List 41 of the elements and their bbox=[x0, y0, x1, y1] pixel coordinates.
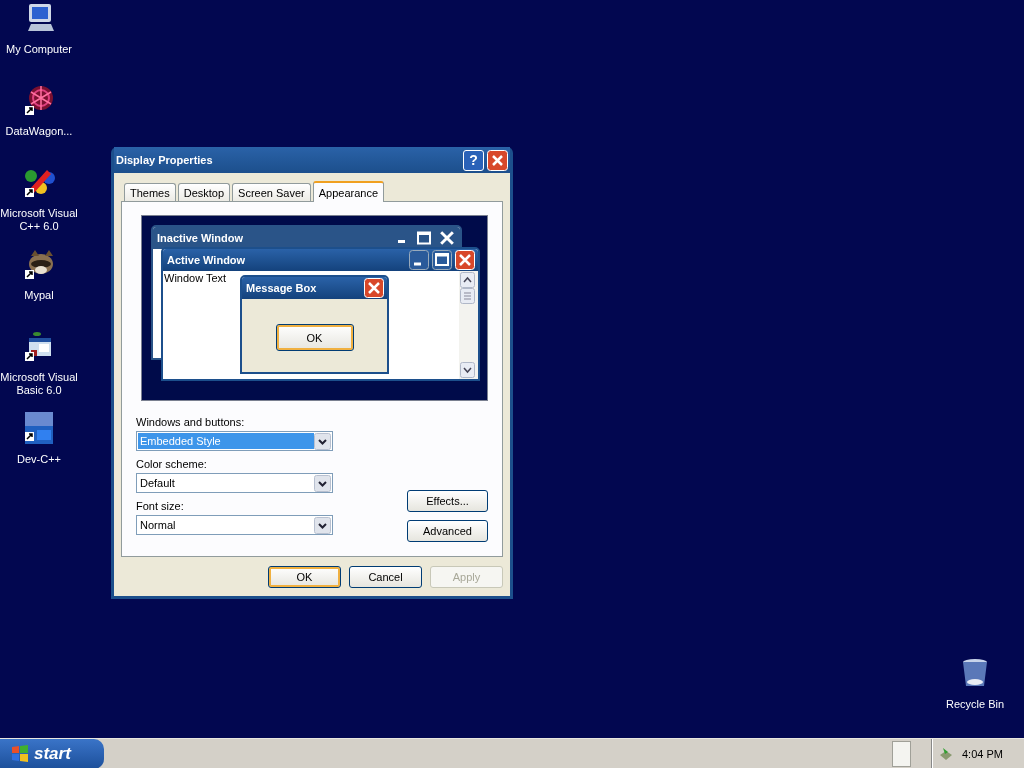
maximize-icon bbox=[417, 231, 431, 245]
dropdown[interactable]: Default bbox=[136, 473, 333, 493]
close-icon bbox=[440, 231, 454, 245]
window-title: Message Box bbox=[246, 282, 318, 294]
field-label: Windows and buttons: bbox=[136, 415, 246, 430]
field-label: Color scheme: bbox=[136, 457, 208, 472]
desktop-icon-label[interactable]: Mypal bbox=[0, 289, 78, 302]
close-icon bbox=[455, 250, 475, 270]
field-label: Font size: bbox=[136, 499, 185, 514]
window-text: Window Text bbox=[163, 271, 228, 284]
window-title: Display Properties bbox=[116, 154, 214, 166]
maximize-icon bbox=[432, 250, 452, 270]
tab[interactable]: Appearance bbox=[312, 181, 385, 202]
desktop-icon-label[interactable]: Microsoft Visual C++ 6.0 bbox=[0, 207, 78, 233]
dialog-button[interactable]: Cancel bbox=[349, 566, 422, 588]
ok-button[interactable]: OK bbox=[275, 324, 354, 351]
dialog-button[interactable]: OK bbox=[268, 566, 341, 588]
close-icon[interactable] bbox=[487, 149, 508, 171]
desktop-icon-label[interactable]: Recycle Bin bbox=[936, 698, 1014, 711]
minimize-icon bbox=[398, 240, 405, 243]
tab[interactable]: Screen Saver bbox=[232, 183, 311, 201]
desktop-icon-label[interactable]: DataWagon... bbox=[0, 125, 78, 138]
tab[interactable]: Desktop bbox=[177, 183, 231, 201]
minimize-icon bbox=[409, 250, 429, 270]
dialog-button[interactable]: Advanced bbox=[407, 520, 488, 542]
application-box-icon[interactable] bbox=[23, 412, 55, 444]
desktop-icon-label[interactable]: Microsoft Visual Basic 6.0 bbox=[0, 371, 78, 397]
desktop-icon-label[interactable]: Dev-C++ bbox=[0, 453, 78, 466]
raccoon-icon[interactable] bbox=[23, 248, 55, 280]
close-icon bbox=[364, 278, 384, 298]
window-title: Inactive Window bbox=[157, 232, 245, 244]
network-web-icon[interactable] bbox=[23, 84, 55, 116]
tab[interactable]: Themes bbox=[124, 183, 176, 201]
start-button[interactable]: start bbox=[0, 739, 104, 768]
clock: 4:04 PM bbox=[962, 748, 1003, 760]
help-button[interactable]: ? bbox=[463, 149, 484, 171]
desktop-icon-label[interactable]: My Computer bbox=[0, 43, 78, 56]
dialog-button[interactable]: Effects... bbox=[407, 490, 488, 512]
windows-flag-icon bbox=[10, 744, 30, 764]
window-title: Active Window bbox=[167, 254, 247, 266]
dropdown[interactable]: Normal bbox=[136, 515, 333, 535]
